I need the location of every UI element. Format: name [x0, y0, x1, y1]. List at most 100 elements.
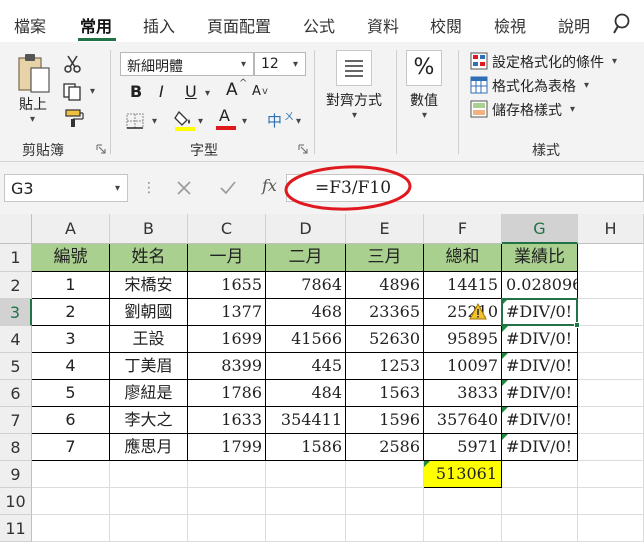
table-cell[interactable]: 14415	[424, 272, 502, 299]
cell-empty[interactable]	[32, 515, 110, 542]
copy-icon[interactable]	[62, 82, 84, 102]
conditional-format-dropdown[interactable]: ▾	[612, 56, 617, 67]
table-cell[interactable]: 王設	[110, 326, 188, 353]
cell-empty[interactable]	[578, 407, 644, 434]
table-cell[interactable]: 7864	[266, 272, 346, 299]
row-header-5[interactable]: 5	[0, 353, 32, 380]
table-cell[interactable]: 10097	[424, 353, 502, 380]
cancel-icon[interactable]	[176, 180, 192, 196]
cell-empty[interactable]	[266, 515, 346, 542]
tab-review[interactable]: 校閱	[430, 13, 462, 37]
copy-dropdown[interactable]: ▾	[90, 86, 95, 97]
table-cell[interactable]: #DIV/0!	[502, 434, 578, 461]
table-cell[interactable]: 應思月	[110, 434, 188, 461]
clipboard-launcher-icon[interactable]	[96, 144, 106, 154]
table-cell[interactable]: 23365	[346, 299, 424, 326]
fill-color-icon[interactable]	[174, 108, 196, 132]
table-header-cell[interactable]: 二月	[266, 244, 346, 272]
tab-page-layout[interactable]: 頁面配置	[207, 13, 271, 37]
table-cell[interactable]: 1633	[188, 407, 266, 434]
table-cell[interactable]: 丁美眉	[110, 353, 188, 380]
table-header-cell[interactable]: 姓名	[110, 244, 188, 272]
font-color-dropdown[interactable]: ▾	[242, 116, 247, 127]
table-cell[interactable]: #DIV/0!	[502, 326, 578, 353]
row-header-10[interactable]: 10	[0, 488, 32, 515]
fill-color-dropdown[interactable]: ▾	[198, 116, 203, 127]
number-button[interactable]: 數值	[410, 90, 438, 110]
cell-empty[interactable]	[578, 353, 644, 380]
table-cell[interactable]: 廖紐是	[110, 380, 188, 407]
tab-home[interactable]: 常用	[80, 13, 112, 37]
cell-empty[interactable]	[578, 380, 644, 407]
phonetic-button[interactable]: 中	[267, 110, 282, 131]
column-header-b[interactable]: B	[110, 214, 188, 244]
cell-empty[interactable]	[502, 488, 578, 515]
row-header-11[interactable]: 11	[0, 515, 32, 542]
alignment-dropdown[interactable]: ▾	[352, 110, 357, 121]
font-color-button[interactable]: A	[219, 106, 230, 125]
column-header-f[interactable]: F	[424, 214, 502, 244]
table-cell[interactable]: 李大之	[110, 407, 188, 434]
cell-empty[interactable]	[188, 515, 266, 542]
cell-styles-button[interactable]: 儲存格樣式	[492, 100, 562, 120]
table-cell[interactable]: 3833	[424, 380, 502, 407]
row-header-3[interactable]: 3	[0, 299, 32, 326]
table-cell[interactable]: 1377	[188, 299, 266, 326]
table-cell[interactable]: 7	[32, 434, 110, 461]
alignment-button[interactable]: 對齊方式	[326, 90, 382, 110]
cell-empty[interactable]	[502, 515, 578, 542]
cell-empty[interactable]	[110, 461, 188, 488]
tab-view[interactable]: 檢視	[494, 13, 526, 37]
cut-icon[interactable]	[63, 54, 83, 74]
table-cell[interactable]: 8399	[188, 353, 266, 380]
table-cell[interactable]: 1253	[346, 353, 424, 380]
phonetic-dropdown[interactable]: ▾	[296, 116, 301, 127]
cell-empty[interactable]	[346, 461, 424, 488]
table-cell[interactable]: #DIV/0!	[502, 353, 578, 380]
table-header-cell[interactable]: 總和	[424, 244, 502, 272]
paste-icon[interactable]	[16, 52, 52, 96]
format-as-table-button[interactable]: 格式化為表格	[492, 76, 576, 96]
cell-empty[interactable]	[32, 461, 110, 488]
font-size-select[interactable]: 12 ▾	[254, 52, 306, 76]
cell-empty[interactable]	[188, 488, 266, 515]
underline-dropdown[interactable]: ▾	[205, 88, 210, 99]
cell-empty[interactable]	[578, 299, 644, 326]
table-cell[interactable]: 1596	[346, 407, 424, 434]
row-header-6[interactable]: 6	[0, 380, 32, 407]
table-cell[interactable]: 52630	[346, 326, 424, 353]
table-cell[interactable]: 6	[32, 407, 110, 434]
tab-formulas[interactable]: 公式	[303, 13, 335, 37]
table-cell[interactable]: 1586	[266, 434, 346, 461]
table-cell[interactable]: 1563	[346, 380, 424, 407]
row-header-4[interactable]: 4	[0, 326, 32, 353]
cell-empty[interactable]	[502, 461, 578, 488]
font-name-select[interactable]: 新細明體 ▾	[120, 52, 254, 76]
column-header-h[interactable]: H	[578, 214, 644, 244]
table-cell[interactable]: #DIV/0!	[502, 380, 578, 407]
table-cell[interactable]: 宋橋安	[110, 272, 188, 299]
table-header-cell[interactable]: 業績比	[502, 244, 578, 272]
cell-empty[interactable]	[266, 461, 346, 488]
italic-button[interactable]: I	[159, 82, 164, 101]
cell-empty[interactable]	[110, 515, 188, 542]
row-header-8[interactable]: 8	[0, 434, 32, 461]
table-cell[interactable]: 41566	[266, 326, 346, 353]
table-cell[interactable]: 4896	[346, 272, 424, 299]
table-cell[interactable]: 劉朝國	[110, 299, 188, 326]
enter-icon[interactable]	[219, 180, 237, 196]
cell-empty[interactable]	[346, 488, 424, 515]
table-cell[interactable]: 0.028096	[502, 272, 578, 299]
table-header-cell[interactable]: 編號	[32, 244, 110, 272]
insert-function-button[interactable]: fx	[262, 176, 277, 195]
cell-empty[interactable]	[578, 434, 644, 461]
tab-insert[interactable]: 插入	[143, 13, 175, 37]
cell-empty[interactable]	[578, 461, 644, 488]
table-cell[interactable]: 1699	[188, 326, 266, 353]
cell-empty[interactable]	[578, 244, 644, 272]
cell-empty[interactable]	[578, 272, 644, 299]
borders-dropdown[interactable]: ▾	[152, 116, 157, 127]
search-icon[interactable]	[612, 12, 636, 38]
total-cell[interactable]: 513061	[424, 461, 502, 488]
table-header-cell[interactable]: 一月	[188, 244, 266, 272]
